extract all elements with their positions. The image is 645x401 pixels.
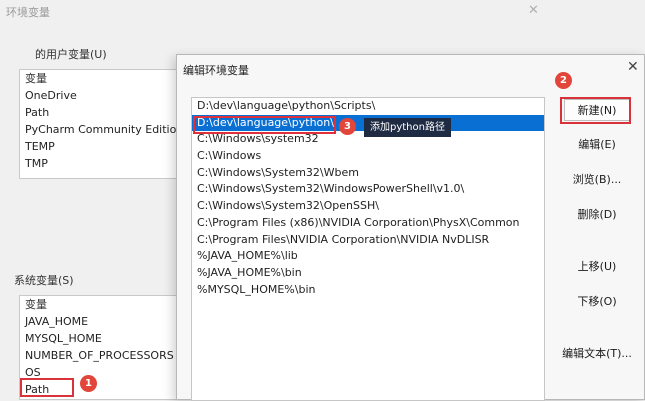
system-variables-label: 系统变量(S) bbox=[14, 274, 74, 287]
path-item[interactable]: C:\Windows\System32\Wbem bbox=[192, 165, 544, 182]
step-2-badge: 2 bbox=[555, 72, 572, 89]
list-item[interactable]: TEMP bbox=[20, 138, 178, 155]
path-list[interactable]: D:\dev\language\python\Scripts\ D:\dev\l… bbox=[191, 97, 545, 401]
path-item[interactable]: C:\Program Files (x86)\NVIDIA Corporatio… bbox=[192, 215, 544, 232]
list-item[interactable]: OneDrive bbox=[20, 87, 178, 104]
dialog-title: 编辑环境变量 bbox=[183, 64, 249, 77]
edit-button[interactable]: 编辑(E) bbox=[564, 134, 630, 156]
path-item[interactable]: C:\Windows bbox=[192, 148, 544, 165]
user-variables-label: 的用户变量(U) bbox=[35, 48, 107, 61]
path-item[interactable]: C:\Windows\System32\WindowsPowerShell\v1… bbox=[192, 181, 544, 198]
add-python-path-tooltip: 添加python路径 bbox=[364, 118, 451, 137]
selected-path-highlight-box bbox=[193, 116, 336, 134]
path-highlight-box bbox=[20, 378, 74, 397]
move-down-button[interactable]: 下移(O) bbox=[564, 291, 630, 313]
window-title: 环境变量 bbox=[6, 6, 50, 19]
path-item[interactable]: C:\Program Files\NVIDIA Corporation\NVID… bbox=[192, 232, 544, 249]
list-item[interactable]: PyCharm Community Edition bbox=[20, 121, 178, 138]
step-1-badge: 1 bbox=[80, 375, 97, 392]
close-icon[interactable]: ✕ bbox=[528, 3, 539, 18]
path-item[interactable]: D:\dev\language\python\Scripts\ bbox=[192, 98, 544, 115]
list-item[interactable]: JAVA_HOME bbox=[20, 313, 178, 330]
delete-button[interactable]: 删除(D) bbox=[564, 204, 630, 226]
edit-environment-variable-dialog: 编辑环境变量 ✕ D:\dev\language\python\Scripts\… bbox=[176, 54, 645, 401]
edit-text-button[interactable]: 编辑文本(T)... bbox=[559, 343, 635, 365]
new-button-highlight-box bbox=[560, 97, 631, 124]
user-vars-header: 变量 bbox=[25, 72, 47, 85]
move-up-button[interactable]: 上移(U) bbox=[564, 256, 630, 278]
list-item[interactable]: TMP bbox=[20, 155, 178, 172]
browse-button[interactable]: 浏览(B)... bbox=[564, 169, 630, 191]
path-item[interactable]: C:\Windows\System32\OpenSSH\ bbox=[192, 198, 544, 215]
path-item[interactable]: %JAVA_HOME%\lib bbox=[192, 248, 544, 265]
list-item[interactable]: Path bbox=[20, 104, 178, 121]
path-item[interactable]: %JAVA_HOME%\bin bbox=[192, 265, 544, 282]
system-vars-header: 变量 bbox=[25, 298, 47, 311]
user-variables-list[interactable]: 变量 OneDrive Path PyCharm Community Editi… bbox=[19, 69, 179, 179]
step-3-badge: 3 bbox=[339, 118, 356, 135]
list-item[interactable]: MYSQL_HOME bbox=[20, 330, 178, 347]
path-item[interactable]: %MYSQL_HOME%\bin bbox=[192, 282, 544, 299]
close-icon[interactable]: ✕ bbox=[627, 59, 639, 75]
list-item[interactable]: NUMBER_OF_PROCESSORS bbox=[20, 347, 178, 364]
